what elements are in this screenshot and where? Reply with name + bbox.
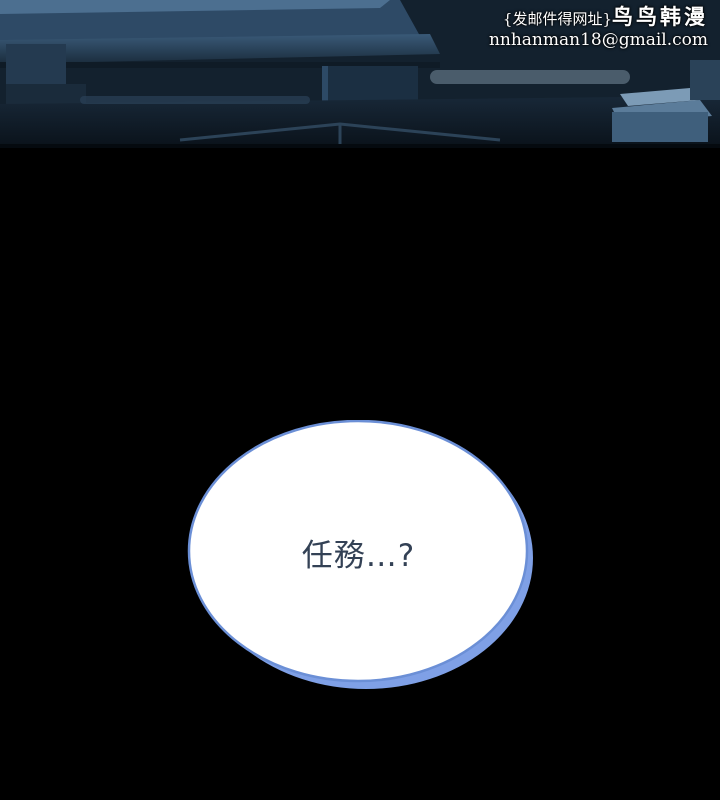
watermark-brand: 鸟鸟韩漫 [612,4,708,29]
comic-panel: {发邮件得网址}鸟鸟韩漫 nnhanman18@gmail.com 任務…? [0,0,720,800]
watermark: {发邮件得网址}鸟鸟韩漫 nnhanman18@gmail.com [408,4,708,51]
speech-bubble-text: 任務…? [301,538,416,574]
watermark-email: nnhanman18@gmail.com [488,30,708,51]
watermark-line1: {发邮件得网址}鸟鸟韩漫 [408,4,708,29]
speech-bubble: 任務…? [186,420,536,692]
office-scene-panel: {发邮件得网址}鸟鸟韩漫 nnhanman18@gmail.com [0,0,720,148]
watermark-prefix: {发邮件得网址} [502,10,612,28]
